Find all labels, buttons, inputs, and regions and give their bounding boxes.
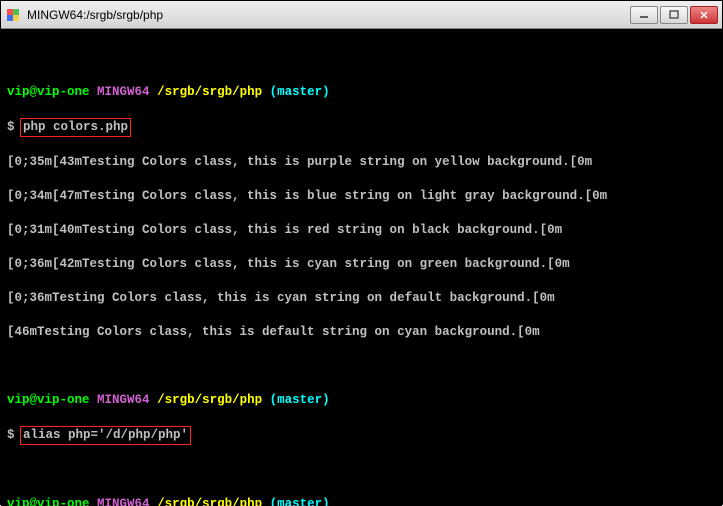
output-raw: [0;36mTesting Colors class, this is cyan…: [7, 290, 716, 307]
prompt-host: MINGW64: [97, 393, 150, 407]
output-raw: [0;34m[47mTesting Colors class, this is …: [7, 188, 716, 205]
app-icon: [5, 7, 21, 23]
command-text: php colors.php: [23, 120, 128, 134]
prompt-path: /srgb/srgb/php: [157, 85, 262, 99]
prompt-user: vip@vip-one: [7, 393, 90, 407]
close-button[interactable]: [690, 6, 718, 24]
blank-line: [7, 50, 716, 67]
prompt-line: vip@vip-one MINGW64 /srgb/srgb/php (mast…: [7, 392, 716, 409]
output-raw: [0;31m[40mTesting Colors class, this is …: [7, 222, 716, 239]
highlighted-command: php colors.php: [20, 118, 131, 137]
command-text: alias php='/d/php/php': [23, 428, 188, 442]
output-raw: [0;36m[42mTesting Colors class, this is …: [7, 256, 716, 273]
blank-line: [7, 462, 716, 479]
prompt-branch: (master): [270, 393, 330, 407]
prompt-branch: (master): [270, 85, 330, 99]
prompt-line: vip@vip-one MINGW64 /srgb/srgb/php (mast…: [7, 84, 716, 101]
maximize-button[interactable]: [660, 6, 688, 24]
command-line: $ php colors.php: [7, 118, 716, 137]
highlighted-command: alias php='/d/php/php': [20, 426, 191, 445]
output-raw: [46mTesting Colors class, this is defaul…: [7, 324, 716, 341]
window-title: MINGW64:/srgb/srgb/php: [27, 8, 630, 22]
output-raw: [0;35m[43mTesting Colors class, this is …: [7, 154, 716, 171]
window-titlebar: MINGW64:/srgb/srgb/php: [1, 1, 722, 29]
blank-line: [7, 358, 716, 375]
terminal-area[interactable]: vip@vip-one MINGW64 /srgb/srgb/php (mast…: [1, 29, 722, 506]
prompt-host: MINGW64: [97, 85, 150, 99]
prompt-symbol: $: [7, 428, 15, 442]
window-buttons: [630, 6, 718, 24]
prompt-user: vip@vip-one: [7, 85, 90, 99]
minimize-button[interactable]: [630, 6, 658, 24]
command-line: $ alias php='/d/php/php': [7, 426, 716, 445]
prompt-symbol: $: [7, 120, 15, 134]
prompt-path: /srgb/srgb/php: [157, 393, 262, 407]
